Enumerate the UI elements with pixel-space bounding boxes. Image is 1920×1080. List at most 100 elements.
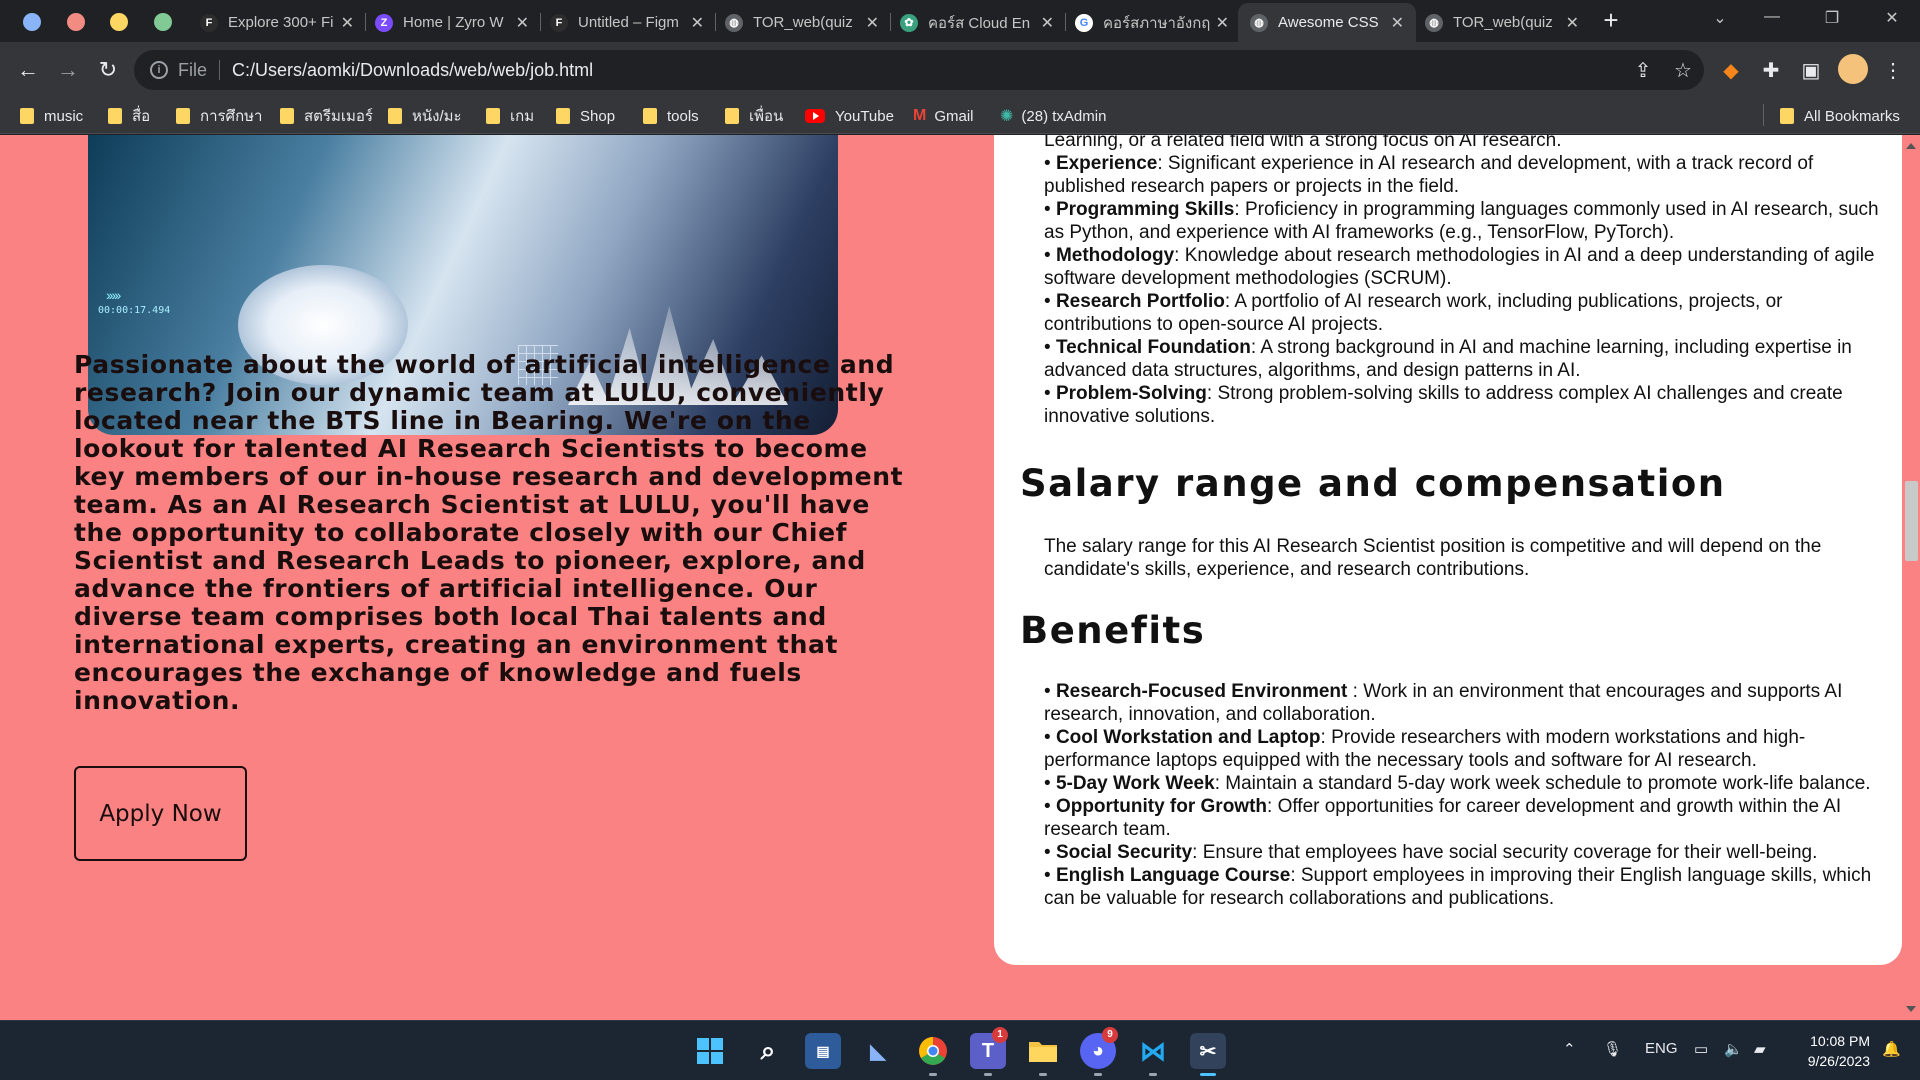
close-window-button[interactable]: ✕ <box>1872 8 1912 28</box>
chrome-menu-icon[interactable]: ⋮ <box>1880 60 1906 82</box>
browser-tab[interactable]: F Untitled – Figm ✕ <box>538 3 716 42</box>
bookmark-item[interactable]: tools <box>643 106 699 126</box>
language-indicator[interactable]: ENG <box>1645 1040 1678 1057</box>
scroll-thumb[interactable] <box>1905 481 1918 561</box>
reload-button[interactable]: ↻ <box>90 52 126 88</box>
tab-close-icon[interactable]: ✕ <box>866 13 879 33</box>
browser-tab[interactable]: ◍ TOR_web(quiz ✕ <box>713 3 891 42</box>
clock-time: 10:08 PM <box>1810 1033 1870 1049</box>
snipping-running-indicator <box>1200 1073 1216 1076</box>
bullet-icon: • <box>1044 337 1056 358</box>
metamask-extension-icon[interactable]: ◆ <box>1718 60 1744 82</box>
browser-tab[interactable]: F Explore 300+ Fi ✕ <box>188 3 366 42</box>
page-scrollbar[interactable] <box>1903 135 1920 1020</box>
bookmark-item[interactable]: หนัง/มะ <box>388 106 462 126</box>
benefit-item-text: : Maintain a standard 5-day work week sc… <box>1214 773 1871 794</box>
back-button[interactable]: ← <box>10 52 46 88</box>
benefit-item: • English Language Course: Support emplo… <box>1044 864 1884 910</box>
profile-dot-yellow[interactable] <box>110 13 128 31</box>
vscode-running-indicator <box>1149 1073 1157 1076</box>
address-bar[interactable]: i File C:/Users/aomki/Downloads/web/web/… <box>134 50 1704 90</box>
windows-start-icon[interactable] <box>692 1033 728 1069</box>
bookmark-item[interactable]: เพื่อน <box>725 106 783 126</box>
snipping-tool-icon[interactable]: ✂ <box>1190 1033 1226 1069</box>
bookmark-star-icon[interactable]: ☆ <box>1670 60 1696 82</box>
folder-icon <box>388 108 402 124</box>
tab-close-icon[interactable]: ✕ <box>1391 13 1404 33</box>
bookmark-item[interactable]: music <box>20 106 83 126</box>
browser-tab[interactable]: ◍ TOR_web(quiz ✕ <box>1413 3 1591 42</box>
explorer-running-indicator <box>1039 1073 1047 1076</box>
search-icon[interactable]: ⌕ <box>750 1033 786 1069</box>
battery-icon[interactable]: ▰ <box>1754 1040 1766 1058</box>
bookmarks-bar: music สื่อ การศึกษา สตรีมเมอร์ หนัง/มะ เกม Sho… <box>0 98 1920 134</box>
bookmark-item[interactable]: สื่อ <box>108 106 150 126</box>
bookmark-item[interactable]: M Gmail <box>913 106 974 126</box>
salary-heading: Salary range and compensation <box>1020 462 1726 505</box>
forward-button[interactable]: → <box>50 52 86 88</box>
notification-icon[interactable]: 🔔 <box>1882 1040 1901 1058</box>
file-explorer-app-icon[interactable]: ▤ <box>805 1033 841 1069</box>
profile-dot-green[interactable] <box>154 13 172 31</box>
txadmin-icon: ✺ <box>1000 108 1014 125</box>
copilot-icon[interactable]: ◣ <box>860 1033 896 1069</box>
network-icon[interactable]: ▭ <box>1694 1040 1708 1058</box>
side-panel-icon[interactable]: ▣ <box>1798 60 1824 82</box>
all-bookmarks-folder[interactable]: All Bookmarks <box>1780 106 1900 126</box>
scroll-up-arrow[interactable] <box>1906 143 1916 149</box>
vscode-icon[interactable]: ⋈ <box>1135 1033 1171 1069</box>
folder-icon <box>20 108 34 124</box>
tab-close-icon[interactable]: ✕ <box>1566 13 1579 33</box>
bookmark-label: การศึกษา <box>200 108 263 125</box>
bookmark-label: สตรีมเมอร์ <box>304 108 373 125</box>
scroll-down-arrow[interactable] <box>1906 1006 1916 1012</box>
bullet-icon: • <box>1044 865 1056 886</box>
bookmark-item[interactable]: สตรีมเมอร์ <box>280 106 373 126</box>
tab-close-icon[interactable]: ✕ <box>691 13 704 33</box>
tab-close-icon[interactable]: ✕ <box>341 13 354 33</box>
tray-overflow-icon[interactable]: ⌃ <box>1563 1040 1576 1058</box>
extensions-puzzle-icon[interactable]: ✚ <box>1758 60 1784 82</box>
browser-tab[interactable]: Z Home | Zyro W ✕ <box>363 3 541 42</box>
new-tab-button[interactable]: + <box>1596 6 1626 36</box>
chrome-icon[interactable] <box>915 1033 951 1069</box>
hud-readout: 00:00:17.494 <box>98 305 171 316</box>
clock[interactable]: 10:08 PM 9/26/2023 <box>1790 1031 1870 1071</box>
bullet-icon: • <box>1044 727 1056 748</box>
benefits-list: • Research-Focused Environment : Work in… <box>1044 680 1884 910</box>
site-info-icon[interactable]: i <box>150 61 168 79</box>
requirement-item: • Experience: Significant experience in … <box>1044 152 1884 198</box>
bookmark-item[interactable]: Shop <box>556 106 615 126</box>
bookmark-item[interactable]: YouTube <box>805 106 894 126</box>
discord-badge: 9 <box>1102 1027 1118 1043</box>
requirement-item: • Methodology: Knowledge about research … <box>1044 244 1884 290</box>
profile-avatar[interactable] <box>1838 54 1868 84</box>
profile-dot-blue[interactable] <box>23 13 41 31</box>
browser-tab[interactable]: ◍ Awesome CSS ✕ <box>1238 3 1416 42</box>
profile-dot-red[interactable] <box>67 13 85 31</box>
benefit-item: • Social Security: Ensure that employees… <box>1044 841 1884 864</box>
bookmark-label: หนัง/มะ <box>412 108 462 125</box>
microphone-icon[interactable]: 🎙 <box>1603 1040 1622 1058</box>
bookmark-item[interactable]: การศึกษา <box>176 106 262 126</box>
page-viewport: ››››› 00:00:17.494 Passionate about the … <box>0 135 1920 1020</box>
benefits-heading: Benefits <box>1020 609 1206 652</box>
browser-tab[interactable]: G คอร์สภาษาอังกฤ ✕ <box>1063 3 1241 42</box>
minimize-button[interactable]: — <box>1752 8 1792 26</box>
restore-button[interactable]: ❐ <box>1812 8 1852 28</box>
apply-now-button[interactable]: Apply Now <box>74 766 247 861</box>
tab-close-icon[interactable]: ✕ <box>1041 13 1054 33</box>
volume-icon[interactable]: 🔈 <box>1724 1040 1743 1058</box>
bookmark-item[interactable]: เกม <box>486 106 534 126</box>
folder-icon[interactable] <box>1025 1033 1061 1069</box>
teams-running-indicator <box>984 1073 992 1076</box>
browser-tab[interactable]: ✿ คอร์ส Cloud En ✕ <box>888 3 1066 42</box>
requirements-list: Learning, or a related field with a stro… <box>1044 135 1884 428</box>
share-icon[interactable]: ⇪ <box>1630 60 1656 82</box>
bookmark-item[interactable]: ✺ (28) txAdmin <box>1000 106 1106 126</box>
tab-close-icon[interactable]: ✕ <box>1216 13 1229 33</box>
tab-search-icon[interactable]: ⌄ <box>1700 8 1740 28</box>
folder-icon <box>176 108 190 124</box>
tab-close-icon[interactable]: ✕ <box>516 13 529 33</box>
url-text[interactable]: C:/Users/aomki/Downloads/web/web/job.htm… <box>232 60 593 81</box>
